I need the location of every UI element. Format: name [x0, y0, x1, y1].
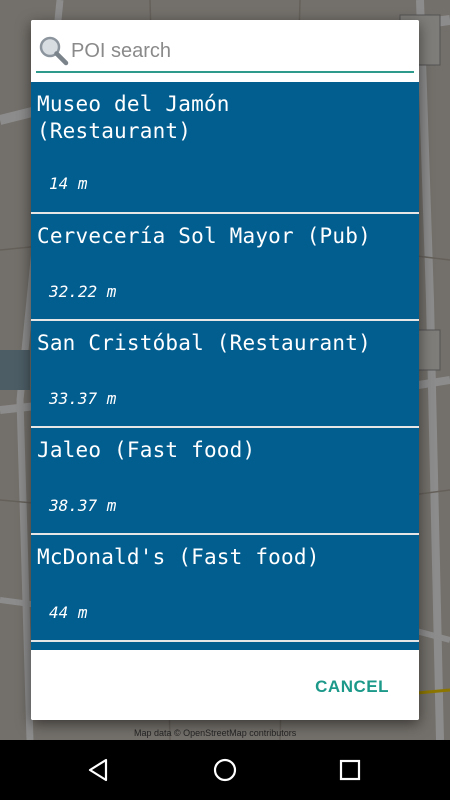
poi-results-list[interactable]: Museo del Jamón (Restaurant) 14 m Cervec…	[31, 82, 419, 650]
list-item[interactable]: McDonald's (Fast food) 44 m	[31, 535, 419, 640]
poi-distance: 33.37 m	[49, 389, 117, 408]
poi-name: McDonald's (Fast food)	[37, 545, 320, 569]
poi-distance: 38.37 m	[49, 496, 117, 515]
navigation-bar	[0, 740, 450, 800]
poi-search-dialog: Museo del Jamón (Restaurant) 14 m Cervec…	[31, 20, 419, 720]
list-item[interactable]: Cervecería Sol Mayor (Pub) 32.22 m	[31, 214, 419, 319]
search-icon	[39, 36, 69, 66]
list-item[interactable]: Jaleo (Fast food) 38.37 m	[31, 428, 419, 533]
back-triangle-icon[interactable]	[84, 755, 114, 785]
poi-name: Cervecería Sol Mayor (Pub)	[37, 224, 371, 248]
list-item[interactable]: San Cristóbal (Restaurant) 33.37 m	[31, 321, 419, 426]
poi-distance: 44 m	[49, 603, 88, 622]
home-circle-icon[interactable]	[210, 755, 240, 785]
search-bar	[31, 20, 419, 82]
list-item[interactable]	[31, 642, 419, 650]
poi-name: Museo del Jamón (Restaurant)	[37, 92, 230, 143]
poi-distance: 32.22 m	[49, 282, 117, 301]
poi-distance: 14 m	[49, 174, 88, 193]
cancel-button[interactable]: CANCEL	[305, 672, 399, 702]
search-input[interactable]	[71, 36, 411, 66]
search-underline	[36, 71, 414, 73]
poi-name: Jaleo (Fast food)	[37, 438, 256, 462]
poi-name: San Cristóbal (Restaurant)	[37, 331, 371, 355]
recents-square-icon[interactable]	[335, 755, 365, 785]
list-item[interactable]: Museo del Jamón (Restaurant) 14 m	[31, 82, 419, 212]
dialog-button-row: CANCEL	[31, 650, 419, 720]
